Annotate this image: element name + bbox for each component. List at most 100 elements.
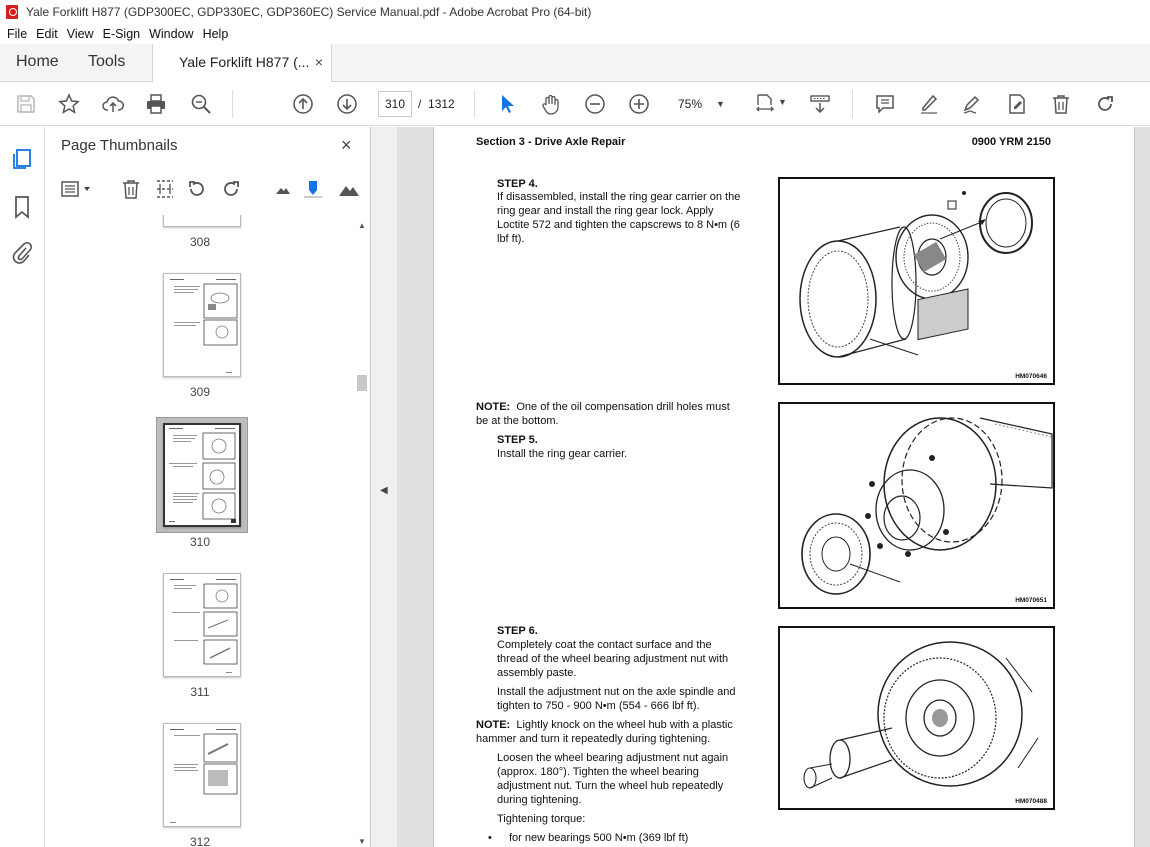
menu-window[interactable]: Window bbox=[149, 27, 193, 41]
panel-collapse-handle[interactable]: ◀ bbox=[371, 127, 397, 847]
step6-line: Completely coat the contact surface and … bbox=[497, 639, 712, 651]
left-rail bbox=[0, 127, 45, 847]
scrollbar-thumb[interactable] bbox=[357, 375, 367, 391]
thumbnail-list: 308 309 310 311 312 bbox=[45, 215, 355, 847]
note1: NOTE: One of the oil compensation drill … bbox=[476, 401, 730, 413]
tab-bar: Home Tools Yale Forklift H877 (... × bbox=[0, 44, 1150, 82]
thumbnail-page-309[interactable] bbox=[163, 273, 241, 377]
thumbnail-page-310[interactable] bbox=[163, 423, 241, 527]
note2-line: hammer and turn it repeatedly during tig… bbox=[476, 733, 711, 745]
tab-tools[interactable]: Tools bbox=[88, 44, 125, 82]
rotate-clockwise-icon[interactable] bbox=[219, 177, 243, 201]
scroll-mode-icon[interactable] bbox=[808, 92, 832, 116]
section-title: Section 3 - Drive Axle Repair bbox=[476, 136, 626, 148]
thumbnail-options-icon[interactable] bbox=[59, 177, 95, 201]
edit-pdf-icon[interactable] bbox=[1005, 92, 1029, 116]
figure-install-carrier: HM070651 bbox=[778, 402, 1055, 609]
scroll-up-icon[interactable]: ▲ bbox=[358, 221, 366, 230]
thumbnail-label: 310 bbox=[189, 535, 211, 549]
highlight-pen-icon[interactable] bbox=[917, 92, 941, 116]
page-thumbnails-icon[interactable] bbox=[10, 147, 34, 171]
menu-view[interactable]: View bbox=[67, 27, 94, 41]
thumbnail-page-308[interactable] bbox=[163, 215, 241, 227]
shrink-thumbnails-icon[interactable] bbox=[271, 177, 295, 201]
enlarge-thumbnails-icon[interactable] bbox=[337, 177, 361, 201]
scroll-down-icon[interactable]: ▼ bbox=[358, 837, 366, 846]
thumbnail-page-311[interactable] bbox=[163, 573, 241, 677]
chevron-down-icon: ▼ bbox=[716, 99, 725, 109]
loosen-line: during tightening. bbox=[497, 794, 582, 806]
zoom-out-icon[interactable] bbox=[583, 92, 607, 116]
page-sep: / bbox=[418, 97, 422, 111]
bookmark-star-icon[interactable] bbox=[57, 92, 81, 116]
tab-document[interactable]: Yale Forklift H877 (... × bbox=[152, 44, 332, 82]
rotate-counterclockwise-icon[interactable] bbox=[185, 177, 209, 201]
figure-code: HM070651 bbox=[1015, 597, 1047, 604]
tab-close-icon[interactable]: × bbox=[315, 44, 323, 80]
menu-edit[interactable]: Edit bbox=[36, 27, 58, 41]
step6-title: STEP 6. bbox=[497, 625, 538, 637]
menu-esign[interactable]: E-Sign bbox=[103, 27, 141, 41]
delete-page-icon[interactable] bbox=[119, 177, 143, 201]
panel-close-icon[interactable]: × bbox=[341, 135, 352, 156]
page-count: / 1312 bbox=[418, 91, 455, 117]
thumbnail-label: 309 bbox=[189, 385, 211, 399]
figure-code: HM070646 bbox=[1015, 373, 1047, 380]
delete-trash-icon[interactable] bbox=[1049, 92, 1073, 116]
print-icon[interactable] bbox=[144, 92, 168, 116]
pdf-page: Section 3 - Drive Axle Repair 0900 YRM 2… bbox=[433, 127, 1135, 847]
loosen-line: Loosen the wheel bearing adjustment nut … bbox=[497, 752, 729, 764]
comment-icon[interactable] bbox=[873, 92, 897, 116]
figure-ring-gear-carrier: HM070646 bbox=[778, 177, 1055, 385]
torque-bullet: for new bearings 500 N•m (369 lbf ft) bbox=[509, 832, 689, 844]
step4-line: ring gear and install the ring gear lock… bbox=[497, 205, 714, 217]
panel-toolbar bbox=[55, 177, 365, 203]
loosen-line: (approx. 180°). Tighten the wheel bearin… bbox=[497, 766, 699, 778]
chevron-left-icon: ◀ bbox=[380, 485, 388, 496]
upload-cloud-icon[interactable] bbox=[101, 92, 125, 116]
attachments-paperclip-icon[interactable] bbox=[10, 241, 34, 265]
bookmarks-icon[interactable] bbox=[10, 195, 34, 219]
zoom-value: 75% bbox=[678, 97, 703, 111]
document-view[interactable]: Section 3 - Drive Axle Repair 0900 YRM 2… bbox=[397, 127, 1150, 847]
zoom-search-icon[interactable] bbox=[189, 92, 213, 116]
step5-title: STEP 5. bbox=[497, 434, 538, 446]
step6b-line: tighten to 750 - 900 N•m (554 - 666 lbf … bbox=[497, 700, 700, 712]
thumbnails-panel: Page Thumbnails × 308 309 310 311 312 ▲ … bbox=[45, 127, 371, 847]
step6b-line: Install the adjustment nut on the axle s… bbox=[497, 686, 736, 698]
select-cursor-icon[interactable] bbox=[495, 92, 519, 116]
figure-adjustment-nut: HM070488 bbox=[778, 626, 1055, 810]
window-title: Yale Forklift H877 (GDP300EC, GDP330EC, … bbox=[26, 5, 592, 19]
figure-code: HM070488 bbox=[1015, 798, 1047, 805]
draw-signature-icon[interactable] bbox=[960, 92, 984, 116]
document-code: 0900 YRM 2150 bbox=[971, 136, 1051, 148]
note1-line: be at the bottom. bbox=[476, 415, 559, 427]
save-icon[interactable] bbox=[14, 92, 38, 116]
tab-home[interactable]: Home bbox=[16, 44, 59, 82]
hand-tool-icon[interactable] bbox=[539, 92, 563, 116]
chevron-down-icon[interactable]: ▼ bbox=[778, 97, 787, 107]
zoom-level-dropdown[interactable]: 75% ▼ bbox=[676, 91, 728, 117]
menu-file[interactable]: File bbox=[7, 27, 27, 41]
step4-title: STEP 4. bbox=[497, 178, 538, 190]
step4-line: Loctite 572 and tighten the capscrews to… bbox=[497, 219, 740, 231]
extract-pages-icon[interactable] bbox=[153, 177, 177, 201]
previous-page-icon[interactable] bbox=[291, 92, 315, 116]
thumbnail-page-312[interactable] bbox=[163, 723, 241, 827]
thumbnail-label: 312 bbox=[189, 835, 211, 847]
zoom-in-icon[interactable] bbox=[627, 92, 651, 116]
title-bar: Yale Forklift H877 (GDP300EC, GDP330EC, … bbox=[0, 0, 1150, 24]
acrobat-logo-icon bbox=[6, 5, 18, 19]
redo-icon[interactable] bbox=[1093, 92, 1117, 116]
fit-page-icon[interactable] bbox=[753, 92, 777, 116]
step6-line: assembly paste. bbox=[497, 667, 577, 679]
step6-line: thread of the wheel bearing adjustment n… bbox=[497, 653, 729, 665]
note2: NOTE: Lightly knock on the wheel hub wit… bbox=[476, 719, 733, 731]
menu-help[interactable]: Help bbox=[203, 27, 229, 41]
thumbnail-scrollbar[interactable]: ▲ ▼ bbox=[353, 215, 371, 847]
tab-document-label: Yale Forklift H877 (... bbox=[179, 54, 310, 70]
page-number-input[interactable]: 310 bbox=[378, 91, 412, 117]
next-page-icon[interactable] bbox=[335, 92, 359, 116]
thumbnail-size-marker-icon[interactable] bbox=[301, 177, 325, 201]
panel-title: Page Thumbnails bbox=[61, 137, 178, 154]
